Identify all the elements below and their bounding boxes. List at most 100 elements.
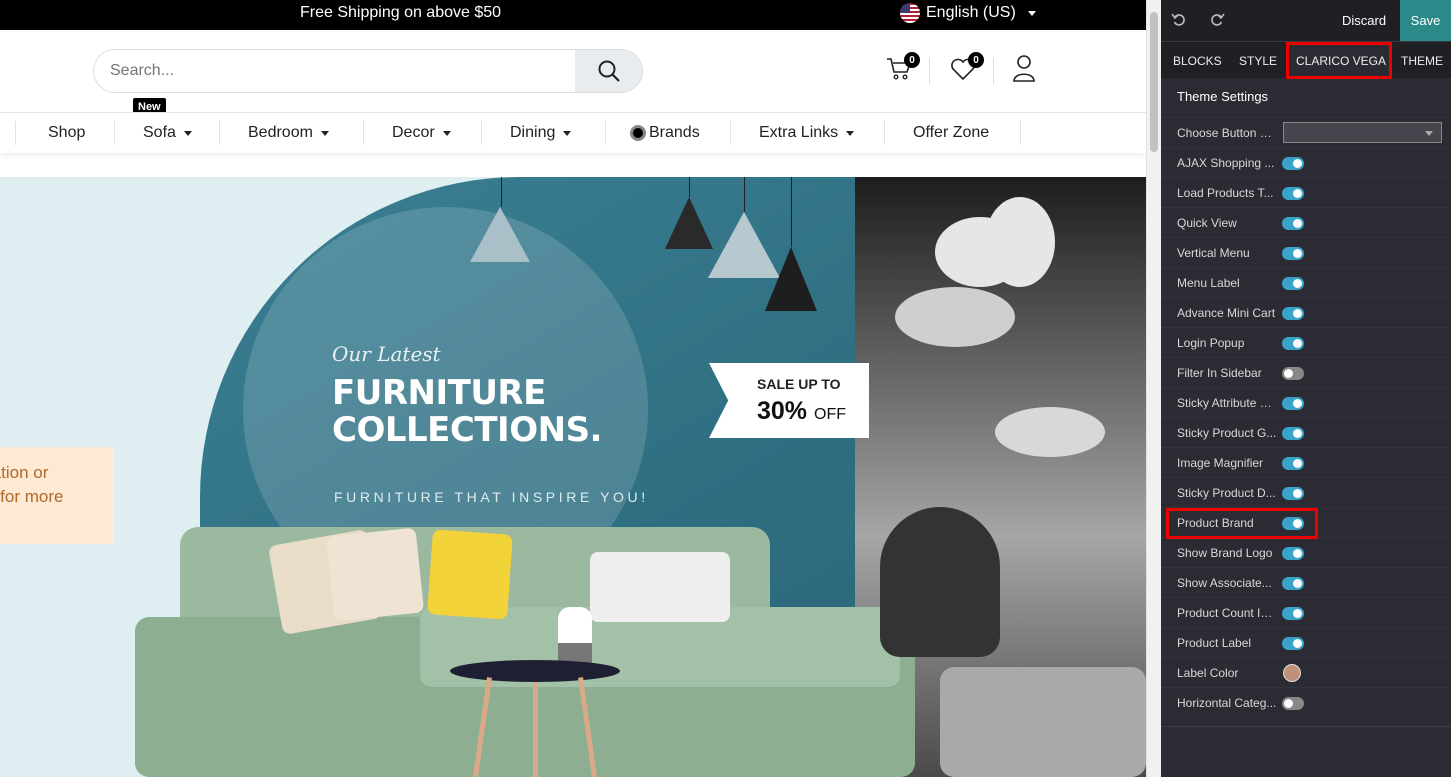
setting-label: Product Label bbox=[1177, 636, 1252, 650]
account-button[interactable] bbox=[1012, 54, 1036, 87]
nav-item-label: Extra Links bbox=[759, 124, 839, 141]
chevron-down-icon bbox=[1027, 10, 1036, 16]
setting-row: Menu Label bbox=[1161, 267, 1451, 297]
cloud-decoration bbox=[985, 197, 1055, 287]
setting-toggle[interactable] bbox=[1282, 187, 1304, 200]
editor-toolbar: Discard Save bbox=[1161, 0, 1451, 41]
nav-item-label: Bedroom bbox=[248, 124, 313, 141]
nav-item-label: Dining bbox=[510, 124, 556, 141]
chevron-down-icon bbox=[442, 130, 451, 136]
search-bar bbox=[93, 49, 643, 93]
setting-select[interactable] bbox=[1283, 122, 1442, 143]
setting-row: Login Popup bbox=[1161, 327, 1451, 357]
editor-panel: Discard Save BLOCKS STYLE CLARICO VEGA T… bbox=[1161, 0, 1451, 777]
setting-toggle[interactable] bbox=[1282, 367, 1304, 380]
banner-title: FURNITURE COLLECTIONS. bbox=[332, 373, 602, 450]
undo-icon[interactable] bbox=[1171, 12, 1187, 28]
tab-blocks[interactable]: BLOCKS bbox=[1173, 54, 1222, 68]
cta-line: p for more bbox=[0, 487, 64, 506]
setting-label: Load Products T... bbox=[1177, 186, 1274, 200]
setting-toggle[interactable] bbox=[1282, 427, 1304, 440]
website-preview: Free Shipping on above $50 English (US) … bbox=[0, 0, 1146, 777]
search-input[interactable] bbox=[110, 50, 570, 92]
nav-item-extra-links[interactable]: Extra Links bbox=[759, 113, 855, 153]
nav-item-label: Sofa bbox=[143, 124, 176, 141]
nav-divider bbox=[1020, 121, 1021, 145]
lamp-cord bbox=[744, 177, 745, 212]
setting-toggle[interactable] bbox=[1282, 217, 1304, 230]
redo-icon[interactable] bbox=[1209, 12, 1225, 28]
lamp-cord bbox=[689, 177, 690, 197]
setting-toggle[interactable] bbox=[1282, 337, 1304, 350]
setting-toggle[interactable] bbox=[1282, 697, 1304, 710]
discard-button[interactable]: Discard bbox=[1342, 13, 1386, 28]
setting-label: Horizontal Categ... bbox=[1177, 696, 1277, 710]
setting-toggle[interactable] bbox=[1282, 607, 1304, 620]
setting-row: Sticky Product D... bbox=[1161, 477, 1451, 507]
setting-row: AJAX Shopping ... bbox=[1161, 147, 1451, 177]
pillow bbox=[590, 552, 730, 622]
flower-vase bbox=[558, 607, 592, 667]
setting-row: Vertical Menu bbox=[1161, 237, 1451, 267]
nav-item-bedroom[interactable]: Bedroom bbox=[248, 113, 329, 153]
banner-cta-box: ration or p for more bbox=[0, 447, 114, 544]
setting-toggle[interactable] bbox=[1282, 247, 1304, 260]
setting-label: Sticky Product D... bbox=[1177, 486, 1276, 500]
tab-style[interactable]: STYLE bbox=[1239, 54, 1277, 68]
setting-toggle[interactable] bbox=[1282, 397, 1304, 410]
wishlist-button[interactable]: 0 bbox=[950, 52, 984, 87]
nav-divider bbox=[363, 121, 364, 145]
cloud-decoration bbox=[995, 407, 1105, 457]
page-scrollbar[interactable] bbox=[1146, 0, 1161, 777]
setting-toggle[interactable] bbox=[1282, 637, 1304, 650]
scrollbar-thumb[interactable] bbox=[1150, 12, 1158, 152]
pendant-lamp bbox=[765, 247, 817, 311]
setting-toggle[interactable] bbox=[1282, 457, 1304, 470]
hero-banner[interactable]: Our Latest FURNITURE COLLECTIONS. FURNIT… bbox=[0, 177, 1146, 777]
setting-row: Sticky Product G... bbox=[1161, 417, 1451, 447]
chevron-down-icon bbox=[320, 130, 329, 136]
sale-percent-value: 30% bbox=[757, 397, 808, 425]
cart-button[interactable]: 0 bbox=[886, 52, 920, 87]
coffee-table bbox=[450, 660, 620, 682]
nav-item-dining[interactable]: Dining bbox=[510, 113, 572, 153]
language-selector[interactable]: English (US) bbox=[900, 3, 1036, 23]
nav-divider bbox=[219, 121, 220, 145]
brand-dot-icon bbox=[630, 125, 646, 141]
setting-row: Advance Mini Cart bbox=[1161, 297, 1451, 327]
setting-label: Advance Mini Cart bbox=[1177, 306, 1276, 320]
tab-theme[interactable]: THEME bbox=[1401, 54, 1443, 68]
wishlist-count-badge: 0 bbox=[968, 52, 984, 68]
setting-toggle[interactable] bbox=[1282, 307, 1304, 320]
chevron-down-icon bbox=[563, 130, 572, 136]
setting-toggle[interactable] bbox=[1282, 487, 1304, 500]
nav-item-brands[interactable]: Brands bbox=[630, 113, 700, 153]
ottoman bbox=[940, 667, 1146, 777]
setting-toggle[interactable] bbox=[1282, 277, 1304, 290]
setting-row: Choose Button S... bbox=[1161, 117, 1451, 147]
setting-label: Vertical Menu bbox=[1177, 246, 1250, 260]
setting-row: Show Associate... bbox=[1161, 567, 1451, 597]
nav-item-label: Decor bbox=[392, 124, 435, 141]
chevron-down-icon bbox=[846, 130, 855, 136]
tab-clarico-vega[interactable]: CLARICO VEGA bbox=[1296, 54, 1386, 68]
setting-row: Quick View bbox=[1161, 207, 1451, 237]
setting-label: Login Popup bbox=[1177, 336, 1245, 350]
setting-toggle[interactable] bbox=[1282, 577, 1304, 590]
setting-row: Label Color bbox=[1161, 657, 1451, 687]
banner-kicker: Our Latest bbox=[332, 342, 441, 366]
nav-divider bbox=[15, 121, 16, 145]
nav-divider bbox=[884, 121, 885, 145]
nav-divider bbox=[481, 121, 482, 145]
nav-item-sofa[interactable]: Sofa bbox=[143, 113, 192, 153]
nav-item-shop[interactable]: Shop bbox=[48, 113, 85, 153]
setting-label: Show Brand Logo bbox=[1177, 546, 1273, 560]
setting-toggle[interactable] bbox=[1282, 547, 1304, 560]
setting-toggle[interactable] bbox=[1282, 157, 1304, 170]
nav-divider bbox=[114, 121, 115, 145]
nav-item-decor[interactable]: Decor bbox=[392, 113, 451, 153]
save-button[interactable]: Save bbox=[1400, 0, 1451, 41]
search-button[interactable] bbox=[575, 50, 642, 92]
color-swatch[interactable] bbox=[1283, 664, 1301, 682]
nav-item-offer-zone[interactable]: Offer Zone bbox=[913, 113, 989, 153]
